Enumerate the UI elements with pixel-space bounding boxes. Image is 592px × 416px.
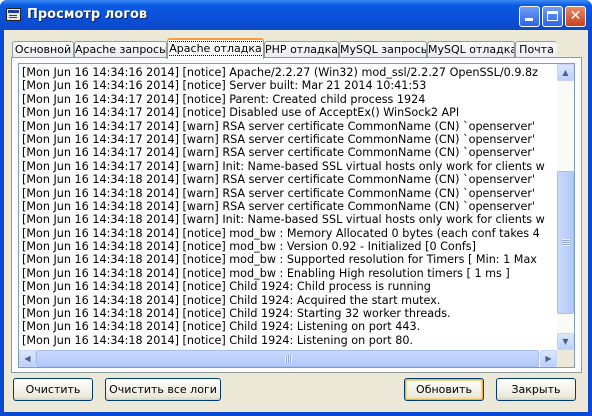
log-line: [Mon Jun 16 14:34:18 2014] [notice] Chil… xyxy=(22,320,421,334)
tab-label: MySQL отладка xyxy=(428,43,515,56)
window-title: Просмотр логов xyxy=(27,7,148,22)
log-line: [Mon Jun 16 14:34:17 2014] [notice] Disa… xyxy=(22,106,460,120)
log-lines: [Mon Jun 16 14:34:16 2014] [notice] Apac… xyxy=(19,64,557,350)
tab-label: Apache отладка xyxy=(168,41,263,56)
log-line: [Mon Jun 16 14:34:16 2014] [notice] Serv… xyxy=(22,79,427,93)
log-line: [Mon Jun 16 14:34:17 2014] [notice] Pare… xyxy=(22,92,426,106)
maximize-button[interactable] xyxy=(542,6,563,27)
vertical-scroll-thumb[interactable] xyxy=(557,171,574,314)
log-line: [Mon Jun 16 14:34:18 2014] [warn] Init: … xyxy=(22,213,545,227)
title-bar[interactable]: Просмотр логов ✕ xyxy=(0,0,592,30)
log-line: [Mon Jun 16 14:34:18 2014] [notice] Chil… xyxy=(22,293,441,307)
tab-label: PHP отладка xyxy=(265,43,338,56)
horizontal-scroll-thumb[interactable] xyxy=(36,350,539,367)
tab-panel: [Mon Jun 16 14:34:16 2014] [notice] Apac… xyxy=(11,57,582,373)
close-button[interactable]: Закрыть xyxy=(496,378,576,401)
scrollbar-corner xyxy=(557,350,574,367)
log-textbox[interactable]: [Mon Jun 16 14:34:16 2014] [notice] Apac… xyxy=(18,63,575,368)
log-line: [Mon Jun 16 14:34:18 2014] [warn] RSA se… xyxy=(22,173,536,187)
tab-strip: Основной Apache запросы Apache отладка P… xyxy=(12,38,582,59)
console-window-icon xyxy=(6,8,21,21)
vertical-scrollbar[interactable]: ▲ ▼ xyxy=(557,64,574,350)
dialog-client-area: Основной Apache запросы Apache отладка P… xyxy=(4,30,588,412)
arrow-down-icon: ▼ xyxy=(562,337,569,346)
log-line: [Mon Jun 16 14:34:18 2014] [notice] mod_… xyxy=(22,226,540,240)
tab-apache-requests[interactable]: Apache запросы xyxy=(74,41,167,58)
log-line: [Mon Jun 16 14:34:18 2014] [notice] Chil… xyxy=(22,280,431,294)
tab-label: Apache запросы xyxy=(75,43,167,56)
tab-mysql-debug[interactable]: MySQL отладка xyxy=(427,41,515,58)
close-window-button[interactable]: ✕ xyxy=(565,6,586,27)
log-line: [Mon Jun 16 14:34:18 2014] [notice] Chil… xyxy=(22,307,451,321)
close-icon: ✕ xyxy=(569,8,582,24)
scroll-down-button[interactable]: ▼ xyxy=(557,333,574,350)
grip-icon xyxy=(284,354,292,363)
clear-all-logs-button[interactable]: Очистить все логи xyxy=(105,378,221,401)
log-line: [Mon Jun 16 14:34:16 2014] [notice] Apac… xyxy=(22,66,538,79)
maximize-icon xyxy=(547,11,558,21)
scroll-up-button[interactable]: ▲ xyxy=(557,64,574,81)
tab-apache-debug[interactable]: Apache отладка xyxy=(167,38,264,59)
clear-button[interactable]: Очистить xyxy=(13,378,93,401)
arrow-right-icon: ▶ xyxy=(545,354,552,363)
scroll-right-button[interactable]: ▶ xyxy=(540,350,557,367)
tab-mysql-requests[interactable]: MySQL запросы xyxy=(339,41,427,58)
scroll-left-button[interactable]: ◀ xyxy=(19,350,36,367)
refresh-button[interactable]: Обновить xyxy=(404,378,484,401)
log-line: [Mon Jun 16 14:34:18 2014] [notice] mod_… xyxy=(22,253,537,267)
log-line: [Mon Jun 16 14:34:17 2014] [warn] Init: … xyxy=(22,159,545,173)
log-line: [Mon Jun 16 14:34:18 2014] [notice] mod_… xyxy=(22,266,510,280)
minimize-button[interactable] xyxy=(519,6,540,27)
log-line: [Mon Jun 16 14:34:17 2014] [warn] RSA se… xyxy=(22,132,536,146)
log-line: [Mon Jun 16 14:34:18 2014] [warn] RSA se… xyxy=(22,199,536,213)
tab-main[interactable]: Основной xyxy=(12,41,74,58)
log-line: [Mon Jun 16 14:34:18 2014] [notice] mod_… xyxy=(22,240,476,254)
log-line: [Mon Jun 16 14:34:17 2014] [warn] RSA se… xyxy=(22,119,536,133)
tab-label: MySQL запросы xyxy=(340,43,427,56)
tab-label: Почта xyxy=(519,43,554,56)
log-viewer-window: Просмотр логов ✕ Основной Apache запросы… xyxy=(0,0,592,416)
arrow-up-icon: ▲ xyxy=(562,68,569,77)
horizontal-scrollbar[interactable]: ◀ ▶ xyxy=(19,350,557,367)
tab-php-debug[interactable]: PHP отладка xyxy=(264,41,339,58)
tab-mail[interactable]: Почта xyxy=(515,41,557,58)
log-line: [Mon Jun 16 14:34:17 2014] [warn] RSA se… xyxy=(22,146,536,160)
arrow-left-icon: ◀ xyxy=(24,354,31,363)
log-line: [Mon Jun 16 14:34:18 2014] [warn] RSA se… xyxy=(22,186,536,200)
minimize-icon xyxy=(525,18,533,21)
tab-label: Основной xyxy=(14,43,72,56)
grip-icon xyxy=(561,238,570,246)
log-line: [Mon Jun 16 14:34:18 2014] [notice] Chil… xyxy=(22,333,414,347)
